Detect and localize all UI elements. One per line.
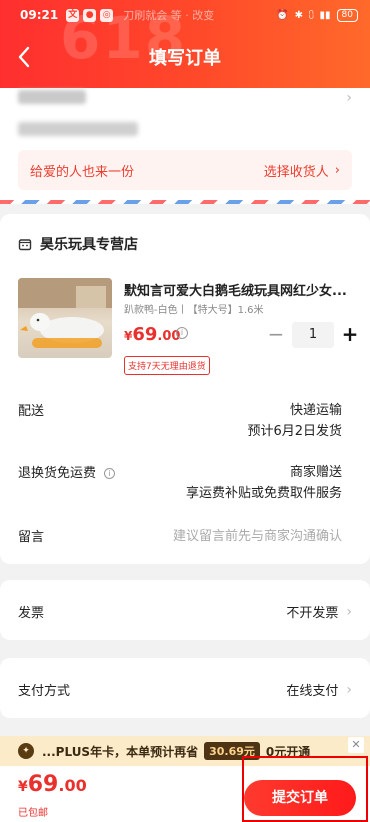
return-shipping-label: 退换货免运费 i — [18, 462, 116, 481]
delivery-value: 快递运输 预计6月2日发货 — [247, 403, 342, 439]
return-policy-badge: 支持7天无理由退货 — [124, 356, 210, 375]
mute-icon: ✱ — [294, 9, 303, 21]
shop-name[interactable]: 昊乐玩具专营店 — [40, 234, 138, 254]
status-bar: 09:21 文 ● ◎ 刀刷就会 等 · 改变 ⏰ ✱ ⩇ ▮▮ 80 — [0, 0, 370, 30]
increase-button[interactable]: + — [340, 322, 360, 348]
chevron-right-icon: › — [346, 681, 352, 698]
status-notice: 刀刷就会 等 · 改变 — [123, 9, 215, 22]
wechat-icon: ◎ — [100, 8, 114, 22]
delivery-row[interactable]: 配送 快递运输 预计6月2日发货 — [18, 400, 352, 444]
blurred-contact — [18, 122, 138, 136]
page-title: 填写订单 — [149, 48, 221, 69]
payment-label: 支付方式 — [18, 684, 71, 699]
plus-open-link[interactable]: 0元开通 — [266, 743, 310, 760]
invoice-value: 不开发票 — [286, 606, 339, 621]
delivery-label: 配送 — [18, 404, 45, 419]
total-price: ¥69.00 — [18, 772, 87, 797]
alarm-icon: ⏰ — [276, 9, 289, 21]
checkout-bar: ¥69.00 已包邮 提交订单 — [0, 766, 370, 822]
airmail-divider — [0, 200, 370, 204]
chevron-right-icon: › — [346, 90, 352, 106]
plus-savings: 30.69元 — [204, 742, 260, 760]
message-input[interactable]: 建议留言前先与商家沟通确认 — [173, 526, 342, 547]
message-label: 留言 — [18, 530, 45, 545]
message-row[interactable]: 留言 建议留言前先与商家沟通确认 — [18, 526, 352, 550]
chevron-right-icon: › — [334, 162, 340, 178]
quantity-stepper: − 1 + — [266, 322, 360, 348]
status-time: 09:21 — [20, 8, 59, 22]
chevron-right-icon: › — [346, 603, 352, 620]
address-section[interactable]: › 给爱的人也来一份 选择收货人 › — [0, 88, 370, 200]
return-shipping-row[interactable]: 退换货免运费 i 商家赠送 享运费补贴或免费取件服务 — [18, 462, 352, 506]
plus-membership-banner[interactable]: ✦ ...PLUS年卡，本单预计再省 30.69元 0元开通 ✕ — [0, 736, 370, 766]
free-shipping-label: 已包邮 — [18, 808, 48, 819]
select-recipient-link[interactable]: 选择收货人 — [264, 161, 329, 180]
submit-order-button[interactable]: 提交订单 — [244, 780, 356, 816]
invoice-row[interactable]: 发票 不开发票 › — [0, 580, 370, 640]
header-bar: 618 09:21 文 ● ◎ 刀刷就会 等 · 改变 ⏰ ✱ ⩇ ▮▮ 80 … — [0, 0, 370, 88]
app-icon: 文 — [66, 8, 80, 22]
blurred-address — [18, 90, 86, 104]
gift-text: 给爱的人也来一份 — [30, 164, 135, 180]
signal-icon: ▮▮ — [319, 9, 331, 21]
return-shipping-value: 商家赠送 享运费补贴或免费取件服务 — [185, 465, 342, 501]
product-spec: 趴款鸭-白色丨【特大号】1.6米 — [124, 305, 264, 316]
product-title[interactable]: 默知言可爱大白鹅毛绒玩具网红少女... — [124, 280, 356, 299]
product-price: ¥69.00 — [124, 324, 181, 345]
shop-card: 昊乐玩具专营店 默知言可爱大白鹅毛绒玩具网红少女... 趴款鸭-白色丨【特大号】… — [0, 214, 370, 564]
info-icon[interactable]: i — [104, 468, 116, 479]
payment-row[interactable]: 支付方式 在线支付 › — [0, 658, 370, 718]
store-icon — [18, 239, 32, 251]
payment-value: 在线支付 — [286, 684, 339, 699]
battery-icon: 80 — [336, 8, 358, 22]
invoice-label: 发票 — [18, 606, 45, 621]
product-image[interactable] — [18, 278, 112, 358]
plus-icon: ✦ — [18, 743, 34, 759]
quantity-field[interactable]: 1 — [292, 322, 334, 348]
decrease-button[interactable]: − — [266, 322, 286, 348]
close-icon[interactable]: ✕ — [348, 737, 364, 753]
gift-banner[interactable]: 给爱的人也来一份 选择收货人 › — [18, 150, 352, 190]
info-icon[interactable]: i — [176, 327, 188, 339]
wifi-icon: ⩇ — [308, 9, 314, 21]
plus-text: ...PLUS年卡，本单预计再省 — [42, 744, 199, 759]
app-icon: ● — [83, 8, 97, 22]
